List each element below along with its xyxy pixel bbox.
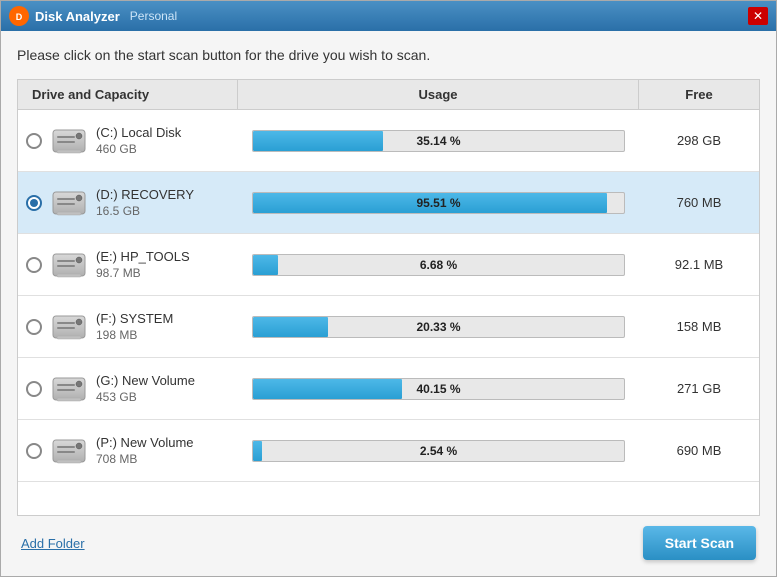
progress-bar-5 bbox=[253, 441, 262, 461]
table-body: (C:) Local Disk 460 GB 35.14 % 298 GB (D:) … bbox=[18, 110, 759, 482]
progress-bar-0 bbox=[253, 131, 383, 151]
drive-info-5: (P:) New Volume 708 MB bbox=[96, 435, 194, 466]
progress-label-4: 40.15 % bbox=[416, 382, 460, 396]
usage-cell-5: 2.54 % bbox=[238, 440, 639, 462]
drive-info-4: (G:) New Volume 453 GB bbox=[96, 373, 195, 404]
progress-label-5: 2.54 % bbox=[420, 444, 457, 458]
table-row[interactable]: (F:) SYSTEM 198 MB 20.33 % 158 MB bbox=[18, 296, 759, 358]
progress-container-1: 95.51 % bbox=[252, 192, 625, 214]
usage-cell-2: 6.68 % bbox=[238, 254, 639, 276]
drive-capacity-5: 708 MB bbox=[96, 452, 194, 466]
table-header: Drive and Capacity Usage Free bbox=[18, 80, 759, 110]
progress-bar-3 bbox=[253, 317, 328, 337]
table-row[interactable]: (P:) New Volume 708 MB 2.54 % 690 MB bbox=[18, 420, 759, 482]
drive-cell-1: (D:) RECOVERY 16.5 GB bbox=[18, 176, 238, 230]
drive-name-0: (C:) Local Disk bbox=[96, 125, 181, 140]
progress-label-0: 35.14 % bbox=[416, 134, 460, 148]
free-cell-4: 271 GB bbox=[639, 373, 759, 404]
table-row[interactable]: (D:) RECOVERY 16.5 GB 95.51 % 760 MB bbox=[18, 172, 759, 234]
drive-info-3: (F:) SYSTEM 198 MB bbox=[96, 311, 173, 342]
drive-cell-0: (C:) Local Disk 460 GB bbox=[18, 114, 238, 168]
drive-name-4: (G:) New Volume bbox=[96, 373, 195, 388]
drive-capacity-4: 453 GB bbox=[96, 390, 195, 404]
drive-capacity-2: 98.7 MB bbox=[96, 266, 190, 280]
progress-label-2: 6.68 % bbox=[420, 258, 457, 272]
drive-info-2: (E:) HP_TOOLS 98.7 MB bbox=[96, 249, 190, 280]
hdd-icon-0 bbox=[50, 122, 88, 160]
app-icon: D bbox=[9, 6, 29, 26]
radio-button-1[interactable] bbox=[26, 195, 42, 211]
drive-name-2: (E:) HP_TOOLS bbox=[96, 249, 190, 264]
table-row[interactable]: (E:) HP_TOOLS 98.7 MB 6.68 % 92.1 MB bbox=[18, 234, 759, 296]
footer: Add Folder Start Scan bbox=[17, 516, 760, 564]
free-cell-0: 298 GB bbox=[639, 125, 759, 156]
usage-cell-0: 35.14 % bbox=[238, 130, 639, 152]
hdd-icon-2 bbox=[50, 246, 88, 284]
drive-capacity-3: 198 MB bbox=[96, 328, 173, 342]
drive-capacity-0: 460 GB bbox=[96, 142, 181, 156]
progress-label-3: 20.33 % bbox=[416, 320, 460, 334]
main-content: Please click on the start scan button fo… bbox=[1, 31, 776, 576]
progress-container-0: 35.14 % bbox=[252, 130, 625, 152]
progress-container-5: 2.54 % bbox=[252, 440, 625, 462]
instruction-text: Please click on the start scan button fo… bbox=[17, 43, 760, 67]
drive-name-1: (D:) RECOVERY bbox=[96, 187, 194, 202]
hdd-icon-1 bbox=[50, 184, 88, 222]
add-folder-button[interactable]: Add Folder bbox=[21, 536, 85, 551]
hdd-icon-5 bbox=[50, 432, 88, 470]
progress-container-3: 20.33 % bbox=[252, 316, 625, 338]
drives-table: Drive and Capacity Usage Free (C: bbox=[17, 79, 760, 516]
drive-name-5: (P:) New Volume bbox=[96, 435, 194, 450]
progress-bar-4 bbox=[253, 379, 402, 399]
table-row[interactable]: (G:) New Volume 453 GB 40.15 % 271 GB bbox=[18, 358, 759, 420]
drive-name-3: (F:) SYSTEM bbox=[96, 311, 173, 326]
hdd-icon-3 bbox=[50, 308, 88, 346]
close-button[interactable]: ✕ bbox=[748, 7, 768, 25]
start-scan-button[interactable]: Start Scan bbox=[643, 526, 756, 560]
radio-button-4[interactable] bbox=[26, 381, 42, 397]
radio-button-3[interactable] bbox=[26, 319, 42, 335]
free-cell-3: 158 MB bbox=[639, 311, 759, 342]
app-subtitle: Personal bbox=[130, 9, 177, 23]
drive-capacity-1: 16.5 GB bbox=[96, 204, 194, 218]
progress-bar-2 bbox=[253, 255, 278, 275]
free-cell-1: 760 MB bbox=[639, 187, 759, 218]
main-window: D Disk Analyzer Personal ✕ Please click … bbox=[0, 0, 777, 577]
free-cell-2: 92.1 MB bbox=[639, 249, 759, 280]
progress-container-2: 6.68 % bbox=[252, 254, 625, 276]
hdd-icon-4 bbox=[50, 370, 88, 408]
usage-cell-1: 95.51 % bbox=[238, 192, 639, 214]
drive-info-1: (D:) RECOVERY 16.5 GB bbox=[96, 187, 194, 218]
drive-info-0: (C:) Local Disk 460 GB bbox=[96, 125, 181, 156]
progress-container-4: 40.15 % bbox=[252, 378, 625, 400]
radio-button-0[interactable] bbox=[26, 133, 42, 149]
header-usage: Usage bbox=[238, 80, 639, 109]
radio-button-5[interactable] bbox=[26, 443, 42, 459]
drive-cell-3: (F:) SYSTEM 198 MB bbox=[18, 300, 238, 354]
radio-button-2[interactable] bbox=[26, 257, 42, 273]
free-cell-5: 690 MB bbox=[639, 435, 759, 466]
usage-cell-3: 20.33 % bbox=[238, 316, 639, 338]
header-drive: Drive and Capacity bbox=[18, 80, 238, 109]
titlebar: D Disk Analyzer Personal ✕ bbox=[1, 1, 776, 31]
progress-label-1: 95.51 % bbox=[416, 196, 460, 210]
app-title: Disk Analyzer bbox=[35, 9, 120, 24]
header-free: Free bbox=[639, 80, 759, 109]
usage-cell-4: 40.15 % bbox=[238, 378, 639, 400]
drive-cell-5: (P:) New Volume 708 MB bbox=[18, 424, 238, 478]
table-row[interactable]: (C:) Local Disk 460 GB 35.14 % 298 GB bbox=[18, 110, 759, 172]
svg-text:D: D bbox=[16, 12, 23, 22]
drive-cell-2: (E:) HP_TOOLS 98.7 MB bbox=[18, 238, 238, 292]
drive-cell-4: (G:) New Volume 453 GB bbox=[18, 362, 238, 416]
titlebar-left: D Disk Analyzer Personal bbox=[9, 6, 177, 26]
